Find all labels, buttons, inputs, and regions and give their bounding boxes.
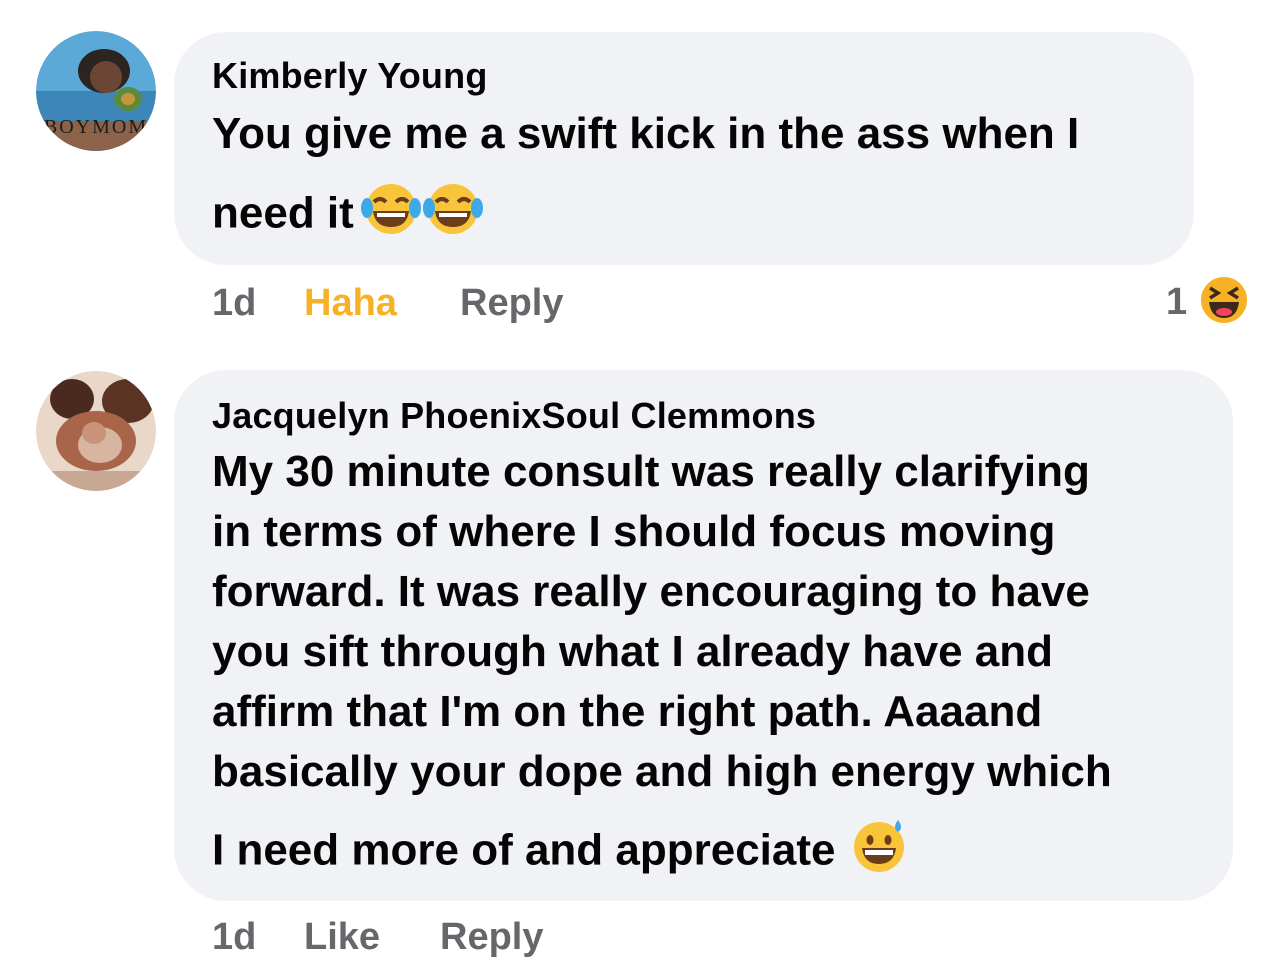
tears-of-joy-emoji-icon	[422, 180, 484, 252]
comment-text-line: affirm that I'm on the right path. Aaaan…	[212, 687, 1043, 736]
comment-text-line-last: I need more of and appreciate	[212, 816, 1112, 890]
reply-button[interactable]: Reply	[440, 916, 543, 959]
comment-time[interactable]: 1d	[212, 916, 256, 959]
avatar[interactable]	[36, 371, 156, 491]
comment-text: You give me a swift kick in the ass when…	[212, 104, 1079, 252]
laughing-squint-emoji-icon[interactable]	[1198, 274, 1250, 331]
reaction-count[interactable]: 1	[1166, 281, 1187, 324]
comment-text-line: forward. It was really encouraging to ha…	[212, 567, 1090, 616]
comment-text-line: I need more of and appreciate	[212, 825, 836, 875]
comment-text-line-2: need it	[212, 180, 1079, 252]
haha-reaction-button[interactable]: Haha	[304, 282, 397, 325]
like-button[interactable]: Like	[304, 916, 380, 959]
comment-bubble[interactable]: Jacquelyn PhoenixSoul Clemmons My 30 min…	[174, 370, 1233, 901]
comment-text-line: My 30 minute consult was really clarifyi…	[212, 447, 1090, 496]
comment-bubble[interactable]: Kimberly Young You give me a swift kick …	[174, 32, 1194, 265]
avatar[interactable]: BOYMOM	[36, 31, 156, 151]
avatar-photo: BOYMOM	[36, 31, 156, 151]
comment-author[interactable]: Kimberly Young	[212, 56, 488, 96]
reply-button[interactable]: Reply	[460, 282, 563, 325]
comment-text-line: You give me a swift kick in the ass when…	[212, 109, 1080, 158]
comment-text-line: in terms of where I should focus moving	[212, 507, 1056, 556]
comment-text: My 30 minute consult was really clarifyi…	[212, 442, 1112, 890]
tears-of-joy-emoji-icon	[360, 180, 422, 252]
comment-text-line: you sift through what I already have and	[212, 627, 1054, 676]
grinning-sweat-emoji-icon	[850, 816, 908, 890]
comment-text-line: basically your dope and high energy whic…	[212, 747, 1112, 796]
avatar-logo-text: BOYMOM	[44, 116, 148, 138]
avatar-photo	[36, 371, 156, 491]
comment-text-line: need it	[212, 188, 354, 238]
comment-author[interactable]: Jacquelyn PhoenixSoul Clemmons	[212, 396, 816, 436]
comment-time[interactable]: 1d	[212, 282, 256, 325]
